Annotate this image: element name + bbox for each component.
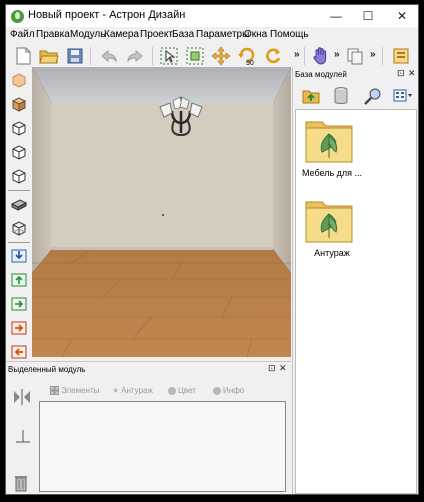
copy-icon[interactable] xyxy=(344,45,366,67)
toolbar-overflow-button[interactable]: » xyxy=(294,49,300,60)
menu-edit[interactable]: Правка xyxy=(36,29,70,40)
left-toolbar-separator xyxy=(8,242,30,243)
selected-module-content xyxy=(39,401,286,492)
close-button[interactable]: ✕ xyxy=(386,5,418,27)
baseboard xyxy=(52,247,273,250)
save-icon[interactable] xyxy=(64,45,86,67)
toolbar-separator xyxy=(382,47,383,65)
redo-icon[interactable] xyxy=(124,45,146,67)
tab-entourage[interactable]: ★ Антураж xyxy=(112,384,153,397)
import-icon[interactable] xyxy=(8,245,30,267)
export-green-icon[interactable] xyxy=(8,293,30,315)
module-base-panel-title: База модулей xyxy=(295,70,347,79)
trash-icon[interactable] xyxy=(14,474,28,494)
module-base-content: Мебель для ... Антураж xyxy=(295,109,417,494)
module-base-close-button[interactable]: ✕ xyxy=(408,68,416,79)
tab-elements[interactable]: Элементы xyxy=(50,384,99,397)
entourage-folder-icon xyxy=(305,201,353,243)
title-bar: Новый проект - Астрон Дизайн — ☐ ✕ xyxy=(6,5,418,27)
menu-project[interactable]: Проект xyxy=(140,29,173,40)
new-file-icon[interactable] xyxy=(12,45,34,67)
tab-info-label: Инфо xyxy=(223,386,245,395)
cube-wire-3-icon[interactable] xyxy=(8,165,30,187)
menu-windows[interactable]: Окна xyxy=(244,29,267,40)
cube-wire-1-icon[interactable] xyxy=(8,117,30,139)
folder-entourage[interactable]: Антураж xyxy=(302,194,372,264)
star-icon: ★ xyxy=(112,386,120,395)
toolbar-overflow-button-2[interactable]: » xyxy=(334,49,340,60)
right-wall xyxy=(273,67,291,273)
back-wall xyxy=(52,103,273,249)
3d-viewport[interactable] xyxy=(32,67,291,357)
selected-module-close-button[interactable]: ✕ xyxy=(279,363,287,374)
tab-elements-label: Элементы xyxy=(61,386,100,395)
box-wire-icon[interactable] xyxy=(8,217,30,239)
selected-module-side-tools xyxy=(6,380,36,494)
menu-help[interactable]: Помощь xyxy=(270,29,309,40)
wall-dot xyxy=(162,214,164,216)
view-mode-dropdown-icon[interactable] xyxy=(393,88,413,107)
room-scene xyxy=(32,67,291,357)
cube-shaded-icon[interactable] xyxy=(8,93,30,115)
tab-color[interactable]: Цвет xyxy=(168,384,196,397)
palette-icon xyxy=(168,386,176,395)
tab-info[interactable]: Инфо xyxy=(213,384,244,397)
rotate-icon[interactable] xyxy=(262,45,284,67)
tab-entourage-label: Антураж xyxy=(121,386,153,395)
folder-entourage-label: Антураж xyxy=(314,248,350,258)
menu-parameters[interactable]: Параметры xyxy=(196,29,249,40)
select-pointer-icon[interactable] xyxy=(158,45,180,67)
toolbar-separator xyxy=(152,47,153,65)
move-left-red-icon[interactable] xyxy=(8,341,30,363)
scale-frame-icon[interactable] xyxy=(184,45,206,67)
undo-icon[interactable] xyxy=(98,45,120,67)
search-icon[interactable] xyxy=(363,86,383,109)
minimize-button[interactable]: — xyxy=(320,5,352,27)
tab-color-label: Цвет xyxy=(178,386,196,395)
menu-bar: Файл Правка Модуль Камера Проект База Па… xyxy=(6,27,418,43)
toolbar-separator xyxy=(90,47,91,65)
toolbar-separator xyxy=(304,47,305,65)
slab-icon[interactable] xyxy=(8,193,30,215)
folder-up-icon[interactable] xyxy=(301,86,321,109)
move-icon[interactable] xyxy=(210,45,232,67)
menu-base[interactable]: База xyxy=(172,29,194,40)
hand-icon[interactable] xyxy=(310,45,332,67)
mirror-icon[interactable] xyxy=(12,388,32,409)
info-icon xyxy=(213,386,221,395)
app-window: Новый проект - Астрон Дизайн — ☐ ✕ Файл … xyxy=(5,4,419,495)
upload-icon[interactable] xyxy=(8,269,30,291)
left-wall xyxy=(32,67,52,273)
move-right-red-icon[interactable] xyxy=(8,317,30,339)
toolbar-overflow-button-3[interactable]: » xyxy=(370,49,376,60)
menu-module[interactable]: Модуль xyxy=(70,29,105,40)
left-toolbar xyxy=(6,67,33,359)
selected-module-panel-title: Выделенный модуль xyxy=(8,365,86,374)
rotate-90-label: 90 xyxy=(246,60,254,66)
cube-orange-icon[interactable] xyxy=(8,69,30,91)
elements-tab-icon xyxy=(50,386,59,395)
database-icon[interactable] xyxy=(333,86,349,109)
selected-module-panel: Выделенный модуль ⊡ ✕ Элементы ★ Антураж… xyxy=(6,361,291,494)
catalog-icon[interactable] xyxy=(390,45,412,67)
folder-furniture-label: Мебель для ... xyxy=(301,168,363,178)
app-logo-icon xyxy=(11,10,24,23)
ceiling xyxy=(32,67,291,103)
menu-camera[interactable]: Камера xyxy=(104,29,139,40)
open-folder-icon[interactable] xyxy=(38,45,60,67)
menu-file[interactable]: Файл xyxy=(10,29,35,40)
maximize-button[interactable]: ☐ xyxy=(352,5,384,27)
module-base-pin-button[interactable]: ⊡ xyxy=(397,68,405,79)
window-title: Новый проект - Астрон Дизайн xyxy=(28,9,186,21)
module-base-panel: База модулей ⊡ ✕ Мебель для ... Антураж xyxy=(292,67,418,494)
cube-wire-2-icon[interactable] xyxy=(8,141,30,163)
furniture-folder-icon xyxy=(305,121,353,163)
folder-furniture[interactable]: Мебель для ... xyxy=(302,114,372,184)
align-icon[interactable] xyxy=(14,428,32,455)
left-toolbar-separator xyxy=(8,190,30,191)
selected-module-pin-button[interactable]: ⊡ xyxy=(268,363,276,374)
module-base-toolbar xyxy=(293,82,418,110)
rotate-90-icon[interactable]: 90 xyxy=(236,45,258,67)
